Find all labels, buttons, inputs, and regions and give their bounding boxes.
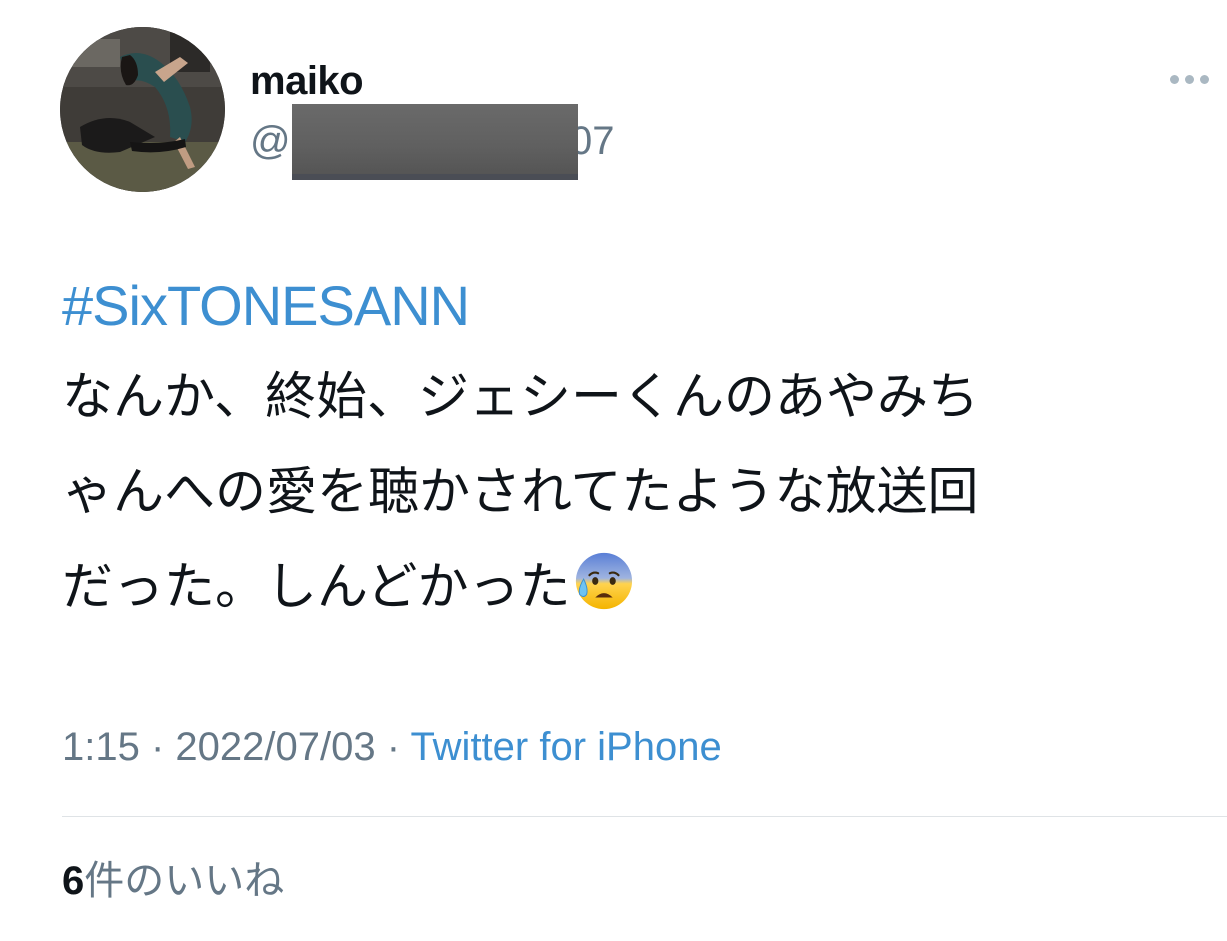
tweet-text: #SixTONESANN なんか、終始、ジェシーくんのあやみち ゃんへの愛を聴か…: [62, 270, 1222, 635]
display-name[interactable]: maiko: [250, 58, 364, 104]
user-handle-prefix[interactable]: @: [250, 118, 291, 164]
likes-count: 6: [62, 859, 85, 903]
anxious-face-with-sweat-icon: [576, 552, 633, 610]
tweet-metadata: 1:15 · 2022/07/03 · Twitter for iPhone: [62, 722, 722, 772]
meta-separator: ·: [375, 725, 411, 769]
tweet-time[interactable]: 1:15: [62, 725, 140, 769]
tweet-date[interactable]: 2022/07/03: [175, 725, 375, 769]
hashtag-link[interactable]: #SixTONESANN: [62, 270, 1222, 342]
more-options-button[interactable]: [1170, 62, 1220, 96]
more-dots-icon: [1185, 74, 1194, 84]
divider: [62, 816, 1227, 817]
likes-label: 件のいいね: [84, 858, 285, 904]
avatar[interactable]: [60, 27, 225, 192]
tweet-text-line: ゃんへの愛を聴かされてたような放送回: [62, 463, 979, 522]
tweet-source-link[interactable]: Twitter for iPhone: [410, 725, 721, 769]
tweet-text-fragment: だった。しんどかった: [62, 558, 571, 617]
likes-summary[interactable]: 6件のいいね: [62, 856, 284, 906]
more-dots-icon: [1200, 74, 1209, 84]
more-dots-icon: [1170, 74, 1179, 84]
tweet-text-line-last: だった。しんどかった: [62, 540, 1222, 635]
tweet-text-line: なんか、終始、ジェシーくんのあやみち: [62, 368, 979, 427]
handle-redaction-block: [292, 104, 578, 180]
user-avatar-photo: [60, 27, 225, 192]
meta-separator: ·: [139, 725, 176, 769]
